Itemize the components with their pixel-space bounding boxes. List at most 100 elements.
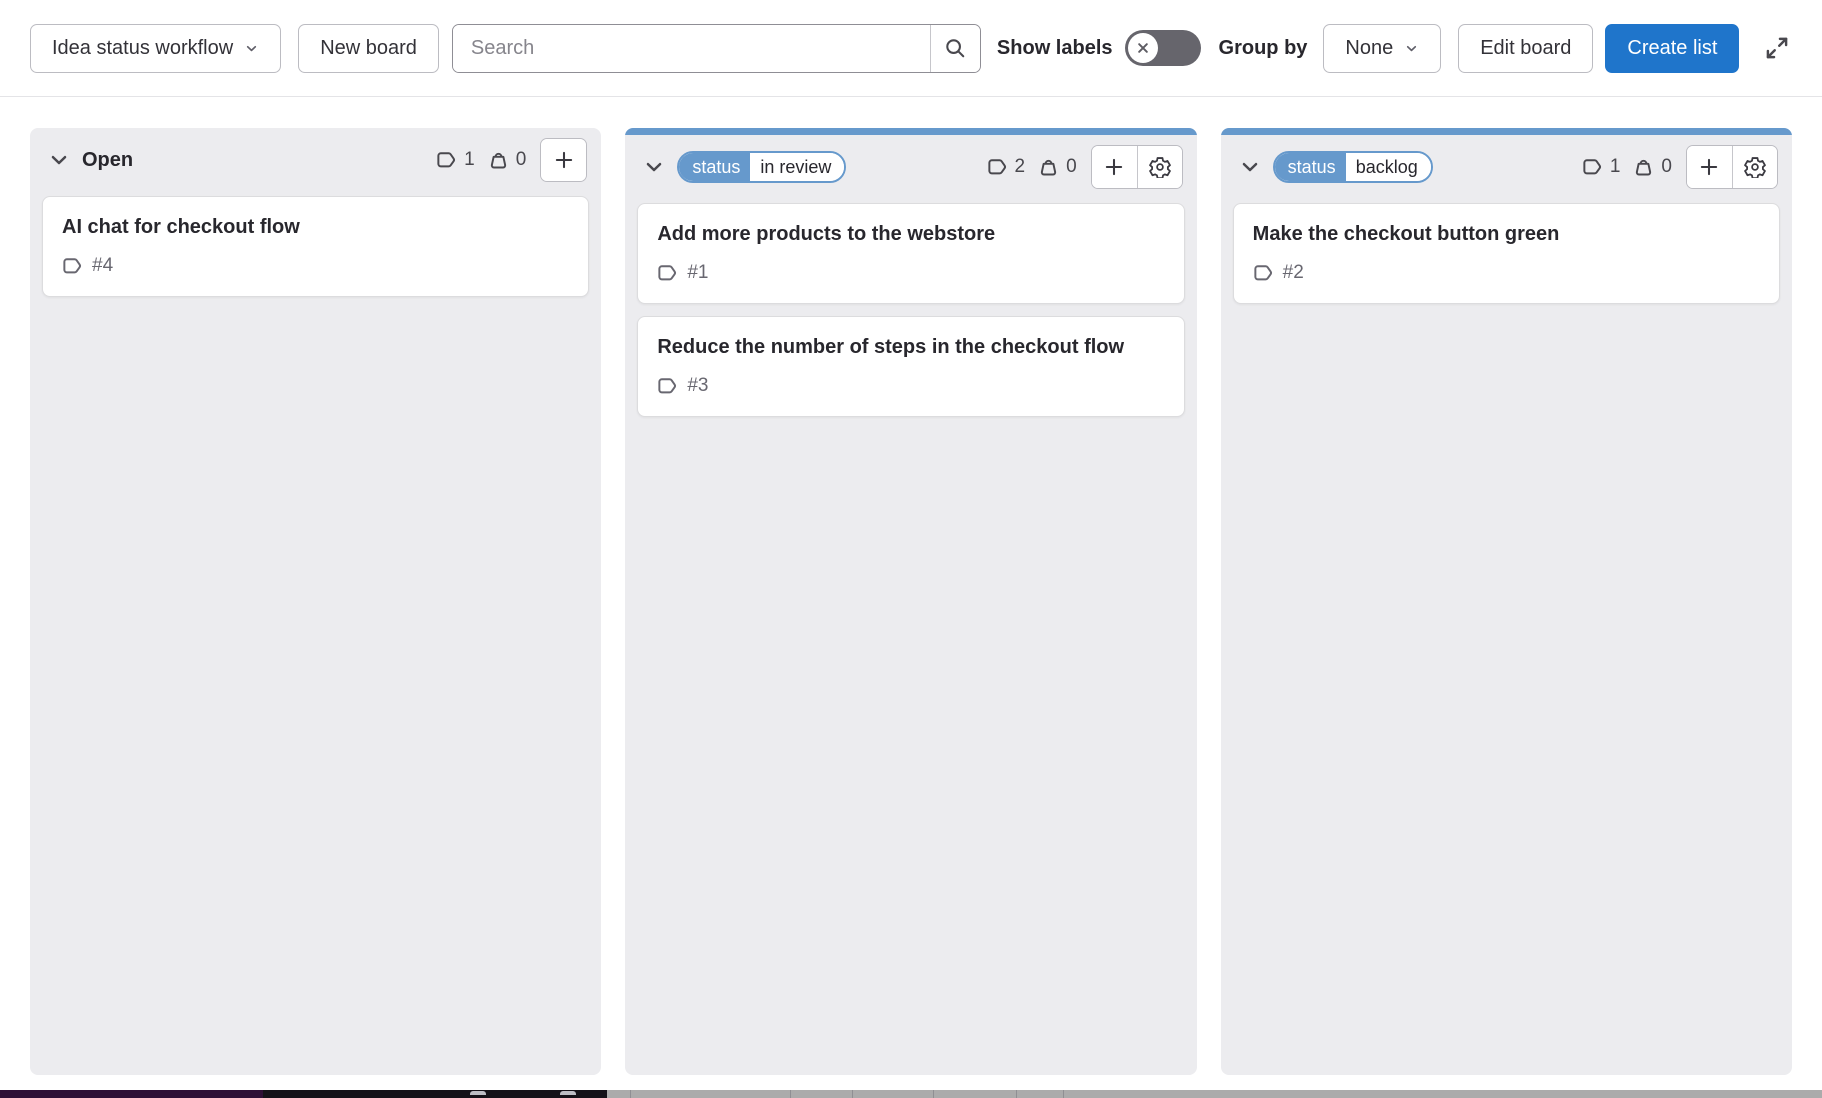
issues-icon bbox=[62, 256, 83, 277]
chevron-down-icon bbox=[1239, 156, 1261, 178]
plus-icon bbox=[1103, 156, 1125, 178]
column-label: status backlog bbox=[1273, 151, 1433, 183]
card-title[interactable]: AI chat for checkout flow bbox=[62, 214, 569, 240]
show-labels-toggle[interactable] bbox=[1125, 30, 1201, 66]
search-input[interactable] bbox=[453, 25, 930, 72]
weight-icon bbox=[1633, 157, 1654, 178]
issue-card[interactable]: Make the checkout button green #2 bbox=[1233, 203, 1780, 304]
dock-segment-purple bbox=[0, 1090, 263, 1098]
column-title: Open bbox=[82, 149, 133, 172]
issue-card[interactable]: AI chat for checkout flow #4 bbox=[42, 196, 589, 297]
add-issue-button[interactable] bbox=[1092, 146, 1137, 188]
column-label-scope: status bbox=[679, 153, 750, 181]
column-weight-count-group: 0 bbox=[1633, 156, 1672, 178]
board: Open 1 0 bbox=[0, 97, 1822, 1075]
column-header: status in review 2 0 bbox=[625, 135, 1196, 199]
dock-separator bbox=[630, 1090, 631, 1098]
issues-icon bbox=[1582, 157, 1603, 178]
toggle-off-x-icon bbox=[1128, 33, 1158, 63]
board-column: status in review 2 0 bbox=[625, 128, 1196, 1075]
add-issue-button[interactable] bbox=[1687, 146, 1732, 188]
issues-icon bbox=[657, 263, 678, 284]
chevron-down-icon bbox=[1404, 41, 1419, 56]
card-footer: #1 bbox=[657, 262, 1164, 284]
column-issue-count: 1 bbox=[1610, 156, 1621, 178]
column-header: status backlog 1 0 bbox=[1221, 135, 1792, 199]
issue-card[interactable]: Add more products to the webstore #1 bbox=[637, 203, 1184, 304]
column-weight-count-group: 0 bbox=[1038, 156, 1077, 178]
column-weight-count-group: 0 bbox=[488, 149, 527, 171]
column-issue-count: 2 bbox=[1015, 156, 1026, 178]
add-issue-button[interactable] bbox=[541, 139, 586, 181]
edit-board-button[interactable]: Edit board bbox=[1458, 24, 1593, 73]
board-switcher-label: Idea status workflow bbox=[52, 38, 233, 58]
new-board-button[interactable]: New board bbox=[298, 24, 439, 73]
chevron-down-icon bbox=[244, 41, 259, 56]
chevron-down-icon bbox=[643, 156, 665, 178]
card-list[interactable]: Add more products to the webstore #1 Red… bbox=[625, 199, 1196, 429]
column-issue-count-group: 1 bbox=[1582, 156, 1621, 178]
dock-separator bbox=[1063, 1090, 1064, 1098]
card-ref: #1 bbox=[687, 262, 708, 284]
column-settings-button[interactable] bbox=[1137, 146, 1182, 188]
column-actions bbox=[540, 138, 587, 182]
column-collapse-button[interactable] bbox=[1235, 152, 1265, 182]
chevron-down-icon bbox=[48, 149, 70, 171]
show-labels-label: Show labels bbox=[997, 37, 1113, 60]
search-button[interactable] bbox=[930, 25, 980, 72]
card-ref: #3 bbox=[687, 375, 708, 397]
card-title[interactable]: Make the checkout button green bbox=[1253, 221, 1760, 247]
column-weight-count: 0 bbox=[1661, 156, 1672, 178]
dock-icon-top bbox=[470, 1091, 486, 1095]
column-label-value: in review bbox=[750, 153, 844, 181]
group-by-dropdown[interactable]: None bbox=[1323, 24, 1441, 73]
gear-icon bbox=[1149, 156, 1171, 178]
column-issue-count-group: 2 bbox=[987, 156, 1026, 178]
dock-separator bbox=[1016, 1090, 1017, 1098]
column-label-scope: status bbox=[1275, 153, 1346, 181]
card-list[interactable]: AI chat for checkout flow #4 bbox=[30, 192, 601, 309]
dock-segment-dark bbox=[263, 1090, 607, 1098]
weight-icon bbox=[488, 150, 509, 171]
dock-strip bbox=[0, 1090, 1822, 1098]
weight-icon bbox=[1038, 157, 1059, 178]
board-column: Open 1 0 bbox=[30, 128, 601, 1075]
dock-separator bbox=[790, 1090, 791, 1098]
column-collapse-button[interactable] bbox=[639, 152, 669, 182]
board-column: status backlog 1 0 bbox=[1221, 128, 1792, 1075]
column-weight-count: 0 bbox=[516, 149, 527, 171]
plus-icon bbox=[1698, 156, 1720, 178]
group-by-label: Group by bbox=[1219, 37, 1308, 60]
card-title[interactable]: Add more products to the webstore bbox=[657, 221, 1164, 247]
column-accent-bar bbox=[1221, 128, 1792, 135]
issues-icon bbox=[436, 150, 457, 171]
create-list-button[interactable]: Create list bbox=[1605, 24, 1739, 73]
search-box bbox=[452, 24, 981, 73]
column-weight-count: 0 bbox=[1066, 156, 1077, 178]
expand-board-button[interactable] bbox=[1759, 30, 1795, 66]
expand-icon bbox=[1764, 35, 1790, 61]
issues-icon bbox=[987, 157, 1008, 178]
card-list[interactable]: Make the checkout button green #2 bbox=[1221, 199, 1792, 316]
column-actions bbox=[1091, 145, 1183, 189]
card-footer: #4 bbox=[62, 255, 569, 277]
column-collapse-button[interactable] bbox=[44, 145, 74, 175]
dock-icon-top bbox=[560, 1091, 576, 1095]
column-issue-count: 1 bbox=[464, 149, 475, 171]
column-label-value: backlog bbox=[1346, 153, 1431, 181]
dock-segment-light bbox=[607, 1090, 1822, 1098]
column-settings-button[interactable] bbox=[1732, 146, 1777, 188]
column-header: Open 1 0 bbox=[30, 128, 601, 192]
issues-icon bbox=[657, 376, 678, 397]
column-actions bbox=[1686, 145, 1778, 189]
card-ref: #4 bbox=[92, 255, 113, 277]
dock-separator bbox=[933, 1090, 934, 1098]
group-by-value: None bbox=[1345, 38, 1393, 58]
card-title[interactable]: Reduce the number of steps in the checko… bbox=[657, 334, 1164, 360]
search-icon bbox=[944, 37, 966, 59]
gear-icon bbox=[1744, 156, 1766, 178]
board-switcher-dropdown[interactable]: Idea status workflow bbox=[30, 24, 281, 73]
column-label: status in review bbox=[677, 151, 846, 183]
issue-card[interactable]: Reduce the number of steps in the checko… bbox=[637, 316, 1184, 417]
plus-icon bbox=[553, 149, 575, 171]
